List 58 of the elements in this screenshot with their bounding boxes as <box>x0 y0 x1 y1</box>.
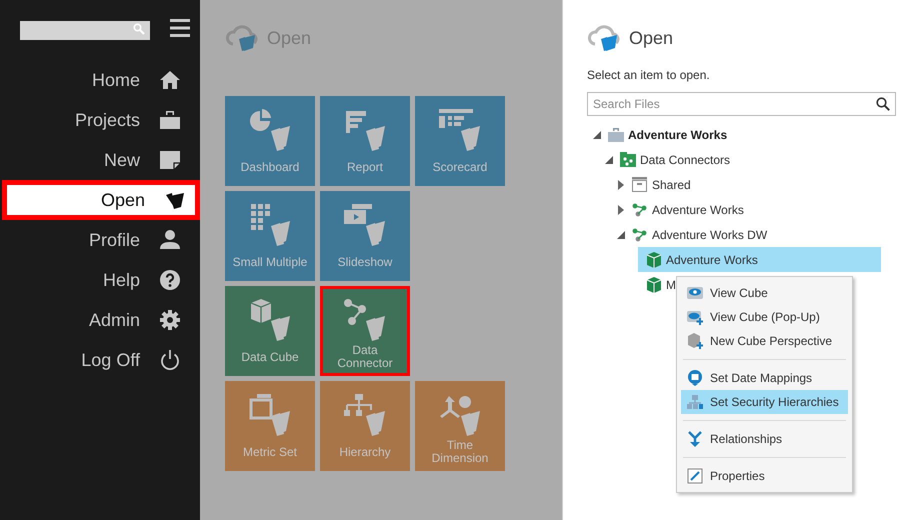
hierarchy-folder-icon <box>344 394 386 436</box>
menu-item[interactable]: Set Date Mappings <box>681 366 848 390</box>
nav-item[interactable]: Help <box>2 260 200 300</box>
cube-icon <box>646 276 662 292</box>
settings-icon <box>160 310 180 330</box>
briefcase-icon <box>608 126 624 142</box>
briefcase-icon <box>160 110 180 130</box>
merge-arrow-icon <box>687 431 703 447</box>
grid-folder-icon <box>249 204 291 246</box>
slides-folder-icon <box>344 204 386 246</box>
pie-folder-icon <box>249 109 291 151</box>
nodes-icon <box>632 202 648 218</box>
power-icon <box>160 350 180 370</box>
nav-item[interactable]: Admin <box>2 300 200 340</box>
tree-item[interactable]: M <box>638 272 684 297</box>
note-icon <box>160 150 180 170</box>
eye-plus-icon <box>687 309 703 325</box>
person-icon <box>160 230 180 250</box>
menu-item[interactable]: Properties <box>681 464 848 488</box>
nav-item[interactable]: Log Off <box>2 340 200 380</box>
menu-item[interactable]: Relationships <box>681 427 848 451</box>
folder-nodes-icon <box>620 152 636 168</box>
cube-icon <box>646 252 662 268</box>
cube-plus-icon <box>687 333 703 349</box>
table-folder-icon <box>439 109 481 151</box>
search-field[interactable]: Search Files <box>587 92 896 116</box>
help-icon <box>160 270 180 290</box>
nav-item[interactable]: Open <box>2 180 200 220</box>
nav-item[interactable]: New <box>2 140 200 180</box>
folder-icon <box>632 176 648 192</box>
nav-item[interactable]: Profile <box>2 220 200 260</box>
tree-item[interactable]: Adventure Works DW <box>617 222 776 247</box>
search-field[interactable] <box>20 21 150 40</box>
nav-item[interactable]: Home <box>2 60 200 100</box>
nav-item[interactable]: Projects <box>2 100 200 140</box>
lock-hierarchy-icon <box>687 394 703 410</box>
page-title: Open <box>629 26 674 50</box>
search-icon <box>876 97 890 111</box>
menu-item[interactable]: Set Security Hierarchies <box>681 390 848 414</box>
search-icon <box>133 22 145 34</box>
menu-item[interactable]: View Cube <box>681 281 848 305</box>
home-icon <box>160 70 180 90</box>
folder-icon <box>165 190 185 210</box>
prompt-text: Select an item to open. <box>587 67 711 84</box>
nodes-icon <box>632 226 648 242</box>
eye-icon <box>687 285 703 301</box>
menu-icon <box>170 18 190 38</box>
cube-folder-icon <box>249 299 291 341</box>
menu-item[interactable]: View Cube (Pop-Up) <box>681 305 848 329</box>
tree-item[interactable]: Shared <box>617 172 699 197</box>
edit-icon <box>687 468 703 484</box>
nodes-folder-icon <box>344 299 386 341</box>
tree-item[interactable]: Adventure Works <box>593 122 736 147</box>
tree-item[interactable]: Adventure Works <box>638 247 881 272</box>
menu-item[interactable]: New Cube Perspective <box>681 329 848 353</box>
tree-item[interactable]: Adventure Works <box>617 197 752 222</box>
report-folder-icon <box>344 109 386 151</box>
tree-item[interactable]: Data Connectors <box>605 147 738 172</box>
